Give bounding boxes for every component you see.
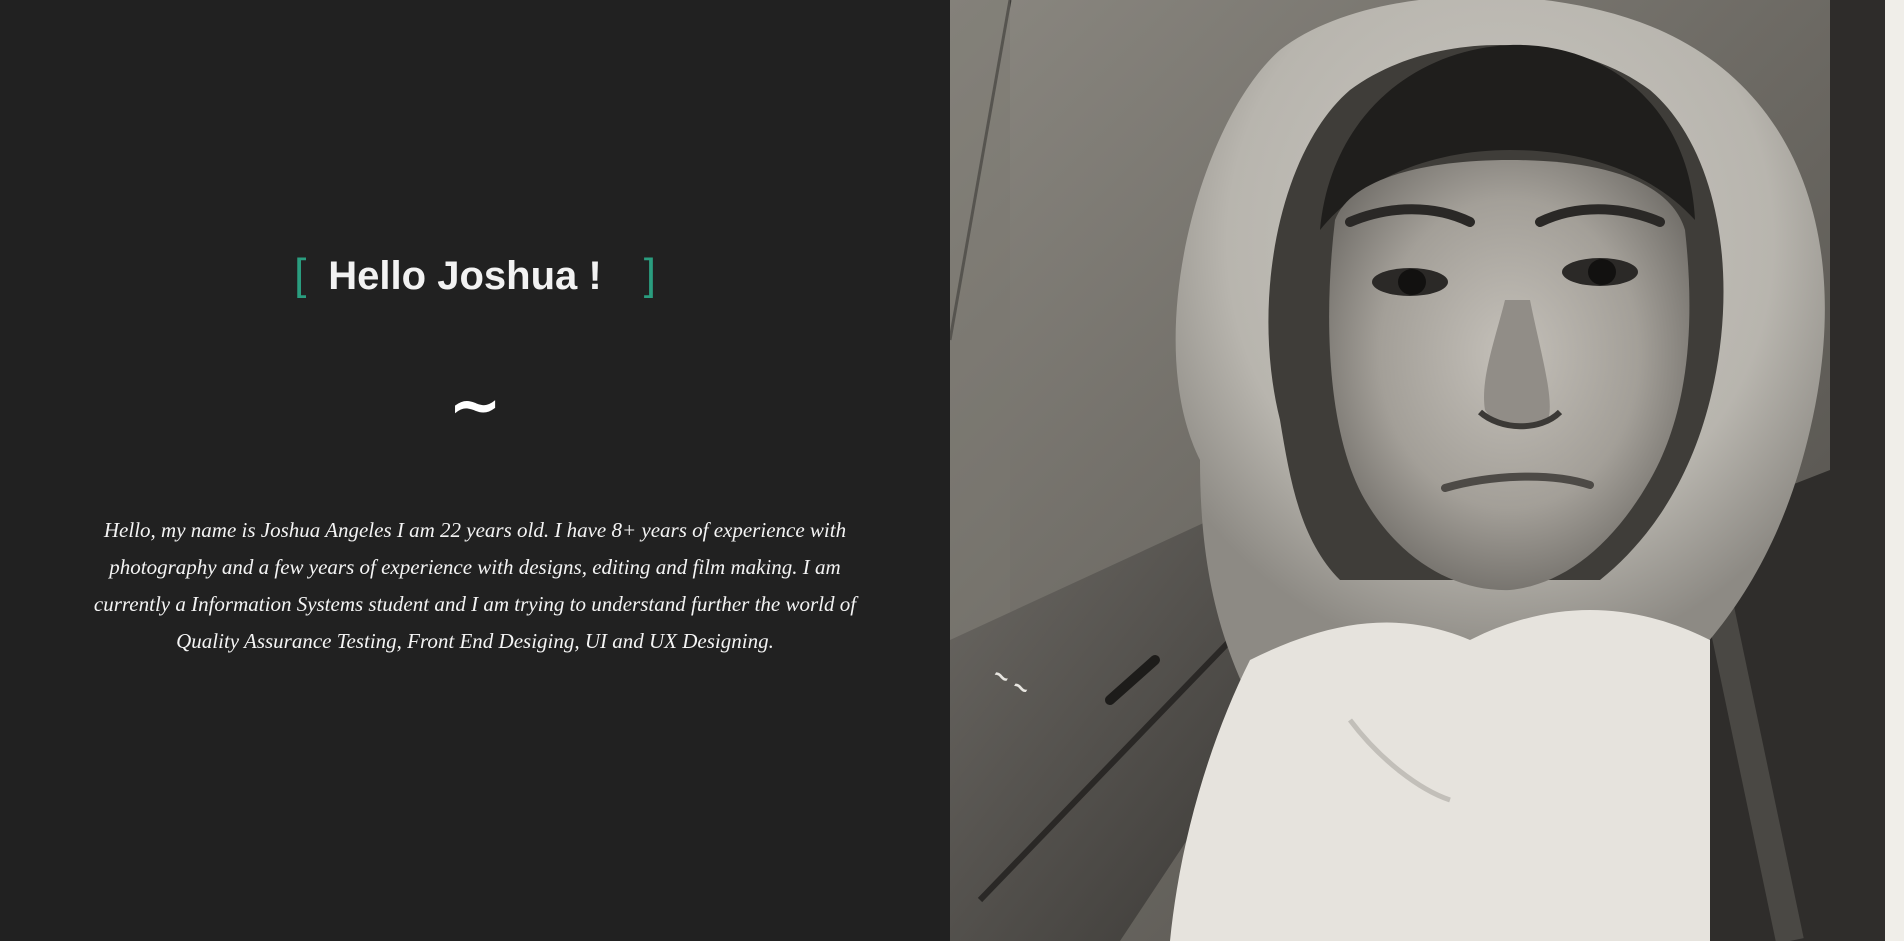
greeting-text: Hello Joshua !: [328, 254, 602, 298]
about-page: [ Hello Joshua !] ~ Hello, my name is Jos…: [0, 0, 1904, 941]
bracket-close: ]: [643, 250, 656, 299]
about-text-panel: [ Hello Joshua !] ~ Hello, my name is Jos…: [0, 0, 950, 941]
bracket-open: [: [294, 250, 307, 299]
portrait-photo: ~ ~: [950, 0, 1904, 941]
tilde-divider: ~: [448, 369, 502, 443]
bio-paragraph: Hello, my name is Joshua Angeles I am 22…: [93, 518, 857, 653]
greeting-heading: [ Hello Joshua !]: [0, 245, 950, 306]
portrait-image: ~ ~: [950, 0, 1904, 941]
